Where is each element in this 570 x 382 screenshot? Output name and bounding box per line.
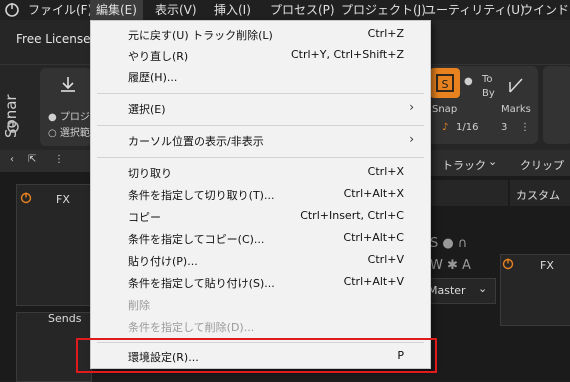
submenu-arrow-icon: › xyxy=(409,100,414,114)
license-label: Free License xyxy=(16,32,91,46)
app-logo-icon xyxy=(5,3,19,17)
fx-power-icon[interactable] xyxy=(20,192,32,204)
highlight-box xyxy=(76,338,437,373)
menu-process[interactable]: プロセス(P) xyxy=(270,0,335,20)
menu-item-delete: 削除 xyxy=(128,299,150,312)
menu-file[interactable]: ファイル(F) xyxy=(28,0,92,20)
download-icon[interactable] xyxy=(58,74,78,94)
menu-item-undo[interactable]: 元に戻す(U) トラック削除(L) Ctrl+Z xyxy=(91,23,430,45)
menu-item-copy-special[interactable]: 条件を指定してコピー(C)... Ctrl+Alt+C xyxy=(91,227,430,249)
menu-item-paste-special[interactable]: 条件を指定して貼り付け(S)... Ctrl+Alt+V xyxy=(91,271,430,293)
menu-separator xyxy=(97,157,424,158)
track-mode-icons[interactable]: W ✱ A xyxy=(430,258,471,273)
snap-to-label: To xyxy=(482,74,493,85)
marks-icon[interactable] xyxy=(508,76,524,94)
expand-icon[interactable]: ⇱ xyxy=(28,154,36,165)
menu-item-delete-special: 条件を指定して削除(D)... xyxy=(128,321,255,334)
more-icon[interactable]: ⋮ xyxy=(520,122,530,133)
menu-view[interactable]: 表示(V) xyxy=(155,0,197,20)
marks-label: Marks xyxy=(501,104,531,115)
menu-item-cut[interactable]: 切り取り Ctrl+X xyxy=(91,161,430,183)
menu-item-history[interactable]: 履歴(H)... xyxy=(91,65,430,87)
snap-button[interactable]: S xyxy=(430,68,460,98)
master-chevron-icon[interactable]: ⌄ xyxy=(478,282,487,295)
menu-item-select[interactable]: 選択(E) › xyxy=(91,97,430,119)
marks-value: 3 xyxy=(501,122,508,133)
blank-field xyxy=(428,180,508,206)
menu-window[interactable]: ウインドウ( xyxy=(521,0,570,20)
menu-insert[interactable]: 挿入(I) xyxy=(214,0,251,20)
menu-separator xyxy=(97,125,424,126)
menu-item-redo[interactable]: やり直し(R) Ctrl+Y, Ctrl+Shift+Z xyxy=(91,44,430,66)
menu-project[interactable]: プロジェクト(J) xyxy=(341,0,426,20)
menu-item-cursor-visibility[interactable]: カーソル位置の表示/非表示 › xyxy=(91,129,430,151)
svg-text:S: S xyxy=(442,78,449,91)
power-icon[interactable] xyxy=(6,120,20,134)
menu-separator xyxy=(97,93,424,94)
fx-right-label: FX xyxy=(540,259,554,272)
snap-by-label: By xyxy=(482,88,495,99)
snap-icon: S xyxy=(436,74,454,92)
kebab-icon[interactable]: ⋮ xyxy=(54,154,64,165)
right-panel xyxy=(543,66,570,144)
fx-right-power-icon[interactable] xyxy=(502,258,514,270)
snap-to-radio[interactable]: ● xyxy=(464,76,478,87)
sends-label: Sends xyxy=(48,312,82,325)
menu-edit[interactable]: 編集(E) xyxy=(90,0,143,20)
track-control-icons[interactable]: S ● ∩ xyxy=(430,236,467,251)
menu-item-paste[interactable]: 貼り付け(P)... Ctrl+V xyxy=(91,249,430,271)
menu-item-cut-special[interactable]: 条件を指定して切り取り(T)... Ctrl+Alt+X xyxy=(91,183,430,205)
menu-utility[interactable]: ユーティリティ(U) xyxy=(424,0,525,20)
snap-label: Snap xyxy=(432,104,458,115)
track-menu-chevron-icon[interactable]: ⌄ xyxy=(488,155,497,168)
snap-value[interactable]: 1/16 xyxy=(456,122,478,133)
submenu-arrow-icon: › xyxy=(409,132,414,146)
clip-menu[interactable]: クリップ xyxy=(520,157,564,173)
track-menu[interactable]: トラック xyxy=(442,157,486,173)
menu-bar: ファイル(F) 編集(E) 表示(V) 挿入(I) プロセス(P) プロジェクト… xyxy=(0,0,570,20)
master-label: Master xyxy=(428,284,466,297)
fx-left-label: FX xyxy=(56,193,70,206)
snap-note-icon: ♪ xyxy=(442,122,449,133)
transport-option-selection[interactable]: ○ 選択範 xyxy=(48,124,90,139)
edit-menu-dropdown: 元に戻す(U) トラック削除(L) Ctrl+Z やり直し(R) Ctrl+Y,… xyxy=(90,20,431,369)
menu-item-copy[interactable]: コピー Ctrl+Insert, Ctrl+C xyxy=(91,205,430,227)
custom-label: カスタム xyxy=(516,189,560,202)
collapse-icon[interactable]: ‹ xyxy=(10,154,14,165)
